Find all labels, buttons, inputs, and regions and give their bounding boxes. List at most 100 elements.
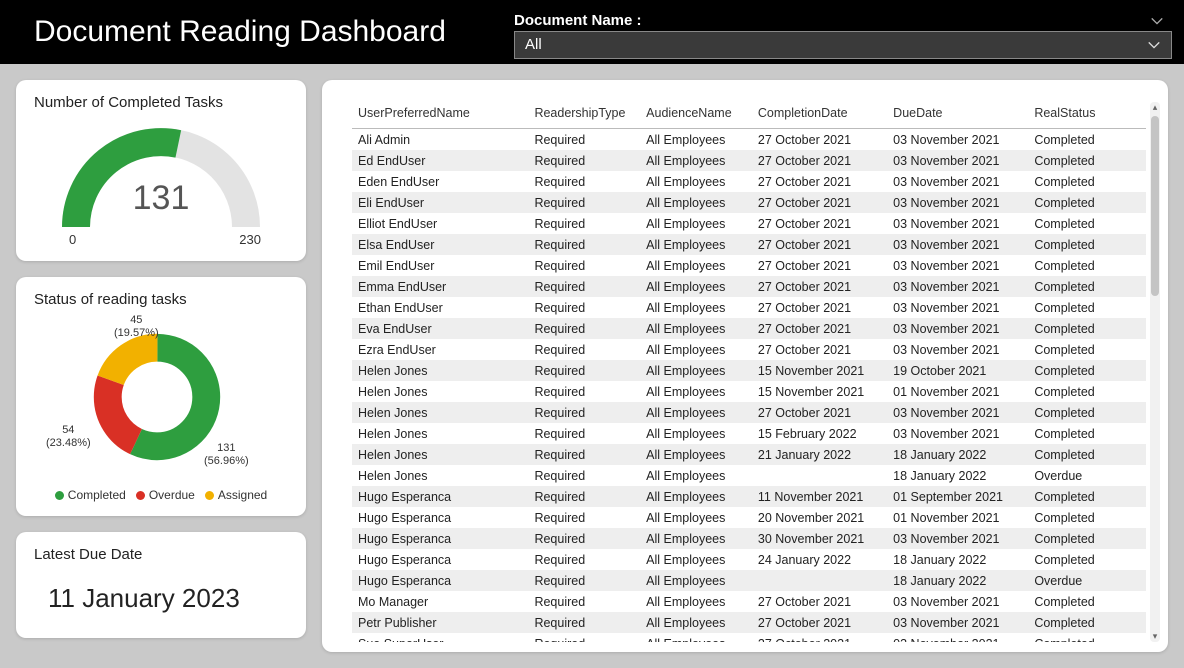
table-row[interactable]: Helen JonesRequiredAll Employees15 Novem… — [352, 360, 1146, 381]
vertical-scrollbar[interactable]: ▴ ▾ — [1150, 102, 1160, 642]
data-table: UserPreferredName ReadershipType Audienc… — [352, 102, 1146, 642]
table-row[interactable]: Helen JonesRequiredAll Employees21 Janua… — [352, 444, 1146, 465]
col-stat[interactable]: RealStatus — [1028, 102, 1146, 129]
table-row[interactable]: Ali AdminRequiredAll Employees27 October… — [352, 129, 1146, 151]
table-row[interactable]: Ethan EndUserRequiredAll Employees27 Oct… — [352, 297, 1146, 318]
scrollbar-thumb[interactable] — [1151, 116, 1159, 296]
page-title: Document Reading Dashboard — [34, 15, 514, 49]
donut-card[interactable]: Status of reading tasks 45(19.57%) 54(23… — [16, 277, 306, 516]
cell-type: Required — [528, 591, 640, 612]
swatch-icon — [55, 491, 64, 500]
table-row[interactable]: Mo ManagerRequiredAll Employees27 Octobe… — [352, 591, 1146, 612]
table-row[interactable]: Emma EndUserRequiredAll Employees27 Octo… — [352, 276, 1146, 297]
col-comp[interactable]: CompletionDate — [752, 102, 887, 129]
cell-user: Hugo Esperanca — [352, 549, 528, 570]
cell-comp: 27 October 2021 — [752, 318, 887, 339]
cell-user: Helen Jones — [352, 402, 528, 423]
table-row[interactable]: Eli EndUserRequiredAll Employees27 Octob… — [352, 192, 1146, 213]
col-due[interactable]: DueDate — [887, 102, 1028, 129]
cell-aud: All Employees — [640, 318, 752, 339]
table-row[interactable]: Ezra EndUserRequiredAll Employees27 Octo… — [352, 339, 1146, 360]
cell-due: 01 November 2021 — [887, 381, 1028, 402]
cell-user: Eli EndUser — [352, 192, 528, 213]
cell-aud: All Employees — [640, 360, 752, 381]
cell-due: 18 January 2022 — [887, 549, 1028, 570]
table-row[interactable]: Helen JonesRequiredAll Employees27 Octob… — [352, 402, 1146, 423]
latest-due-card[interactable]: Latest Due Date 11 January 2023 — [16, 532, 306, 638]
table-row[interactable]: Sue SuperUserRequiredAll Employees27 Oct… — [352, 633, 1146, 642]
legend-completed[interactable]: Completed — [55, 488, 126, 502]
cell-user: Helen Jones — [352, 444, 528, 465]
table-row[interactable]: Helen JonesRequiredAll Employees15 Febru… — [352, 423, 1146, 444]
table-row[interactable]: Ed EndUserRequiredAll Employees27 Octobe… — [352, 150, 1146, 171]
cell-type: Required — [528, 339, 640, 360]
document-name-dropdown[interactable]: All — [514, 31, 1172, 59]
gauge-card[interactable]: Number of Completed Tasks 131 0 230 — [16, 80, 306, 261]
table-row[interactable]: Petr PublisherRequiredAll Employees27 Oc… — [352, 612, 1146, 633]
cell-due: 03 November 2021 — [887, 402, 1028, 423]
cell-due: 03 November 2021 — [887, 213, 1028, 234]
cell-type: Required — [528, 150, 640, 171]
cell-user: Elsa EndUser — [352, 234, 528, 255]
table-row[interactable]: Hugo EsperancaRequiredAll Employees24 Ja… — [352, 549, 1146, 570]
cell-comp: 27 October 2021 — [752, 150, 887, 171]
cell-comp: 27 October 2021 — [752, 591, 887, 612]
scroll-up-icon[interactable]: ▴ — [1150, 102, 1160, 113]
legend-assigned[interactable]: Assigned — [205, 488, 267, 502]
cell-aud: All Employees — [640, 255, 752, 276]
cell-due: 03 November 2021 — [887, 591, 1028, 612]
cell-comp: 27 October 2021 — [752, 612, 887, 633]
table-card[interactable]: UserPreferredName ReadershipType Audienc… — [322, 80, 1168, 652]
cell-user: Emma EndUser — [352, 276, 528, 297]
cell-type: Required — [528, 360, 640, 381]
label-overdue: 54(23.48%) — [46, 424, 91, 449]
cell-due: 19 October 2021 — [887, 360, 1028, 381]
latest-due-value: 11 January 2023 — [34, 569, 288, 624]
col-type[interactable]: ReadershipType — [528, 102, 640, 129]
table-row[interactable]: Hugo EsperancaRequiredAll Employees11 No… — [352, 486, 1146, 507]
cell-due: 18 January 2022 — [887, 444, 1028, 465]
table-row[interactable]: Elliot EndUserRequiredAll Employees27 Oc… — [352, 213, 1146, 234]
cell-user: Hugo Esperanca — [352, 486, 528, 507]
table-row[interactable]: Emil EndUserRequiredAll Employees27 Octo… — [352, 255, 1146, 276]
cell-comp: 27 October 2021 — [752, 339, 887, 360]
table-row[interactable]: Hugo EsperancaRequiredAll Employees30 No… — [352, 528, 1146, 549]
cell-stat: Completed — [1028, 633, 1146, 642]
cell-comp — [752, 465, 887, 486]
cell-comp: 27 October 2021 — [752, 129, 887, 151]
scroll-down-icon[interactable]: ▾ — [1150, 631, 1160, 642]
cell-due: 03 November 2021 — [887, 528, 1028, 549]
table-row[interactable]: Elsa EndUserRequiredAll Employees27 Octo… — [352, 234, 1146, 255]
cell-user: Helen Jones — [352, 465, 528, 486]
cell-aud: All Employees — [640, 507, 752, 528]
legend-overdue[interactable]: Overdue — [136, 488, 195, 502]
table-row[interactable]: Eva EndUserRequiredAll Employees27 Octob… — [352, 318, 1146, 339]
cell-stat: Completed — [1028, 402, 1146, 423]
chevron-down-icon[interactable] — [1150, 14, 1164, 28]
cell-user: Ed EndUser — [352, 150, 528, 171]
cell-aud: All Employees — [640, 486, 752, 507]
cell-comp: 21 January 2022 — [752, 444, 887, 465]
col-aud[interactable]: AudienceName — [640, 102, 752, 129]
cell-user: Helen Jones — [352, 423, 528, 444]
cell-due: 03 November 2021 — [887, 339, 1028, 360]
cell-due: 03 November 2021 — [887, 612, 1028, 633]
app-header: Document Reading Dashboard Document Name… — [0, 0, 1184, 64]
cell-stat: Completed — [1028, 255, 1146, 276]
table-row[interactable]: Helen JonesRequiredAll Employees18 Janua… — [352, 465, 1146, 486]
cell-user: Eden EndUser — [352, 171, 528, 192]
table-row[interactable]: Hugo EsperancaRequiredAll Employees18 Ja… — [352, 570, 1146, 591]
cell-aud: All Employees — [640, 192, 752, 213]
cell-due: 03 November 2021 — [887, 633, 1028, 642]
table-row[interactable]: Hugo EsperancaRequiredAll Employees20 No… — [352, 507, 1146, 528]
cell-type: Required — [528, 528, 640, 549]
cell-stat: Completed — [1028, 444, 1146, 465]
cell-comp: 27 October 2021 — [752, 213, 887, 234]
cell-aud: All Employees — [640, 570, 752, 591]
table-row[interactable]: Eden EndUserRequiredAll Employees27 Octo… — [352, 171, 1146, 192]
col-user[interactable]: UserPreferredName — [352, 102, 528, 129]
label-completed: 131(56.96%) — [204, 442, 249, 467]
cell-aud: All Employees — [640, 171, 752, 192]
table-row[interactable]: Helen JonesRequiredAll Employees15 Novem… — [352, 381, 1146, 402]
swatch-icon — [136, 491, 145, 500]
